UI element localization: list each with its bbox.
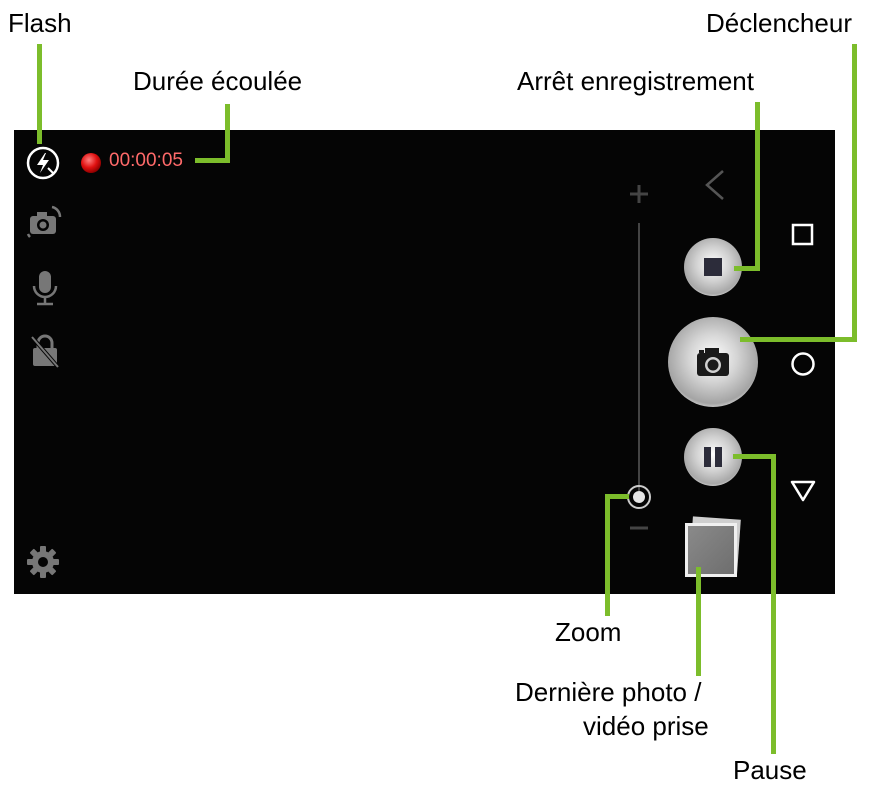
microphone-icon[interactable] [28, 268, 62, 308]
callout-flash: Flash [8, 8, 72, 38]
elapsed-timer: 00:00:05 [109, 150, 183, 171]
zoom-in-icon[interactable] [627, 182, 651, 206]
callout-shutter: Déclencheur [706, 8, 852, 38]
leader-flash [37, 44, 42, 144]
last-media-thumbnail[interactable] [682, 515, 742, 579]
callout-pause: Pause [733, 755, 807, 785]
zoom-out-icon[interactable] [627, 518, 651, 538]
leader-zoom-vertical [605, 494, 610, 616]
back-icon[interactable] [699, 167, 729, 203]
leader-shutter-horizontal [740, 337, 857, 342]
callout-stop-recording: Arrêt enregistrement [517, 66, 754, 96]
stop-icon [704, 258, 722, 276]
leader-pause-vertical [771, 454, 776, 754]
flash-off-icon[interactable] [24, 144, 62, 182]
leader-pause-horizontal [733, 454, 776, 459]
home-icon[interactable] [789, 350, 817, 378]
leader-shutter-vertical [852, 44, 857, 342]
callout-last-media-line2: vidéo prise [583, 711, 709, 741]
switch-camera-icon[interactable] [24, 203, 64, 243]
shutter-button[interactable] [667, 316, 759, 408]
leader-stop-horizontal [734, 266, 760, 271]
leader-elapsed-horizontal [195, 158, 230, 163]
callout-elapsed-time: Durée écoulée [133, 66, 303, 96]
leader-last-media [696, 567, 701, 676]
lock-off-icon[interactable] [28, 331, 62, 371]
zoom-track[interactable] [638, 223, 640, 491]
callout-last-media-line1: Dernière photo / [515, 677, 702, 707]
leader-stop-vertical [755, 102, 760, 271]
callout-zoom: Zoom [555, 617, 622, 647]
leader-elapsed-vertical [225, 104, 230, 162]
zoom-slider-handle[interactable] [626, 484, 652, 510]
nav-down-icon[interactable] [789, 478, 817, 504]
record-indicator-icon [81, 153, 101, 173]
gear-icon[interactable] [25, 544, 61, 580]
recents-icon[interactable] [790, 222, 816, 248]
